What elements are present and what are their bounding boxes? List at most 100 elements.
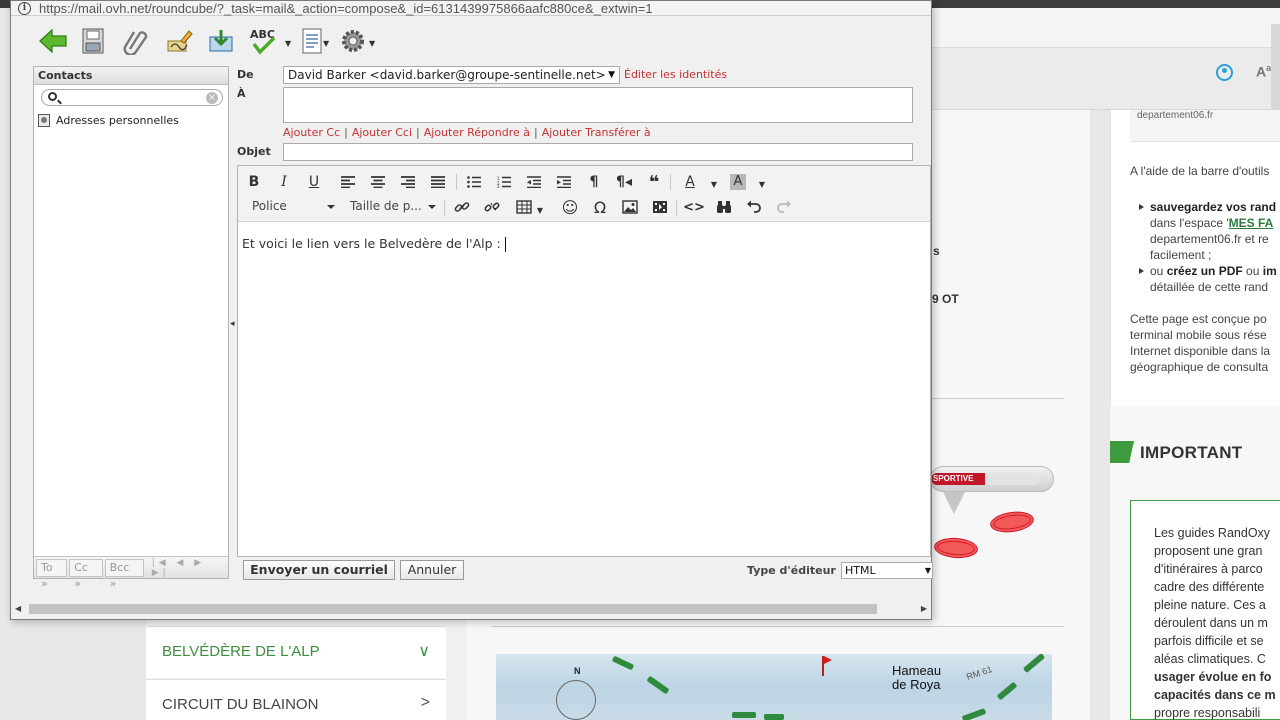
insert-link-button[interactable] (452, 197, 472, 217)
font-size-icon[interactable]: Aa (1256, 63, 1271, 80)
align-center-button[interactable] (368, 172, 388, 192)
url-text[interactable]: https://mail.ovh.net/roundcube/?_task=ma… (39, 1, 653, 16)
add-cc-link[interactable]: Ajouter Cc (283, 126, 340, 139)
addressbook-item[interactable]: Adresses personnelles (38, 112, 179, 128)
bullet-save-line2-prefix: dans l'espace ' (1150, 216, 1229, 230)
insert-response-button[interactable] (205, 25, 237, 57)
search-icon (48, 92, 57, 101)
numbered-list-button[interactable]: 123 (494, 172, 514, 192)
spellcheck-menu-caret[interactable]: ▼ (285, 39, 291, 48)
redo-icon (777, 200, 791, 213)
background-color-caret[interactable]: ▼ (752, 174, 772, 194)
add-bcc-link[interactable]: Ajouter Cci (352, 126, 412, 139)
align-right-button[interactable] (398, 172, 418, 192)
save-draft-button[interactable] (77, 25, 109, 57)
contacts-panel: Contacts × Adresses personnelles To » Cc… (33, 66, 229, 590)
info-icon[interactable]: i (18, 2, 31, 15)
source-code-button[interactable]: <> (683, 197, 705, 217)
subject-field[interactable] (283, 143, 913, 161)
difficulty-gauge-pointer (943, 492, 965, 514)
message-body[interactable]: Et voici le lien vers le Belvedère de l'… (242, 236, 506, 252)
add-cc-button[interactable]: Cc » (69, 558, 103, 590)
redo-button[interactable] (774, 197, 794, 217)
scroll-left-icon[interactable]: ◀ (15, 604, 21, 613)
font-family-label: Police (252, 199, 287, 213)
attach-button[interactable] (119, 25, 151, 57)
add-reply-to-link[interactable]: Ajouter Répondre à (424, 126, 530, 139)
back-button[interactable] (37, 25, 69, 57)
splitter-arrow-icon[interactable]: ◂ (230, 319, 235, 329)
cancel-button[interactable]: Annuler (400, 560, 464, 580)
toolbar-separator (670, 174, 671, 190)
compose-toolbar: ABC ▼ ▼ ▼ (11, 17, 931, 65)
font-family-select[interactable]: Police (252, 199, 335, 213)
mobile-paragraph-line: terminal mobile sous rése (1130, 328, 1267, 342)
align-left-button[interactable] (338, 172, 358, 192)
text-fragment: 9 OT (932, 292, 959, 306)
italic-button[interactable]: I (274, 172, 294, 192)
contacts-search-input[interactable]: × (41, 89, 223, 106)
map-flag-icon (822, 656, 832, 676)
edit-identities-link[interactable]: Éditer les identités (624, 68, 727, 81)
blockquote-button[interactable]: ❝ (644, 172, 664, 193)
menu-item-blainon[interactable]: CIRCUIT DU BLAINON > (146, 679, 446, 720)
from-select[interactable]: David Barker <david.barker@groupe-sentin… (283, 66, 620, 84)
undo-button[interactable] (744, 197, 764, 217)
image-icon (622, 200, 638, 214)
bullet-list-button[interactable] (464, 172, 484, 192)
spellcheck-button[interactable]: ABC (247, 25, 283, 57)
horizontal-scrollbar[interactable]: ◀ ▶ (11, 600, 931, 618)
add-followup-to-link[interactable]: Ajouter Transférer à (542, 126, 651, 139)
from-value: David Barker <david.barker@groupe-sentin… (288, 68, 606, 82)
font-size-select[interactable]: Taille de p... (350, 199, 436, 213)
bold-button[interactable]: B (244, 172, 264, 192)
compose-options-button[interactable] (299, 25, 325, 57)
numbered-list-icon: 123 (497, 176, 511, 188)
text-color-button[interactable]: A (680, 172, 700, 192)
send-button[interactable]: Envoyer un courriel (243, 560, 395, 580)
add-recipient-links: Ajouter Cc | Ajouter Cci | Ajouter Répondre … (283, 126, 651, 139)
important-line: propre responsabili (1154, 706, 1261, 720)
remove-link-button[interactable] (482, 197, 502, 217)
to-field[interactable] (283, 87, 913, 123)
background-color-button[interactable]: A (728, 172, 748, 192)
ltr-button[interactable]: ¶ (584, 172, 604, 192)
important-line: Les guides RandOxy (1154, 526, 1271, 540)
search-replace-button[interactable] (714, 197, 734, 217)
settings-caret[interactable]: ▼ (369, 39, 375, 48)
align-justify-button[interactable] (428, 172, 448, 192)
menu-item-label: BELVÉDÈRE DE L'ALP (162, 643, 320, 660)
settings-button[interactable] (337, 25, 369, 57)
insert-image-button[interactable] (620, 197, 640, 217)
route-map[interactable]: N Hameau de Roya RM 61 (496, 654, 1052, 720)
map-place-label: Hameau de Roya (892, 663, 942, 692)
add-to-button[interactable]: To » (36, 558, 68, 590)
binoculars-icon (717, 201, 731, 213)
user-account-icon[interactable] (1216, 64, 1233, 81)
scroll-right-icon[interactable]: ▶ (921, 604, 927, 613)
editor-type-select[interactable]: HTML ▼ (841, 562, 933, 579)
important-text: Les guides RandOxy proposent une gran d'… (1154, 524, 1280, 720)
text-color-caret[interactable]: ▼ (704, 174, 724, 194)
outdent-button[interactable] (524, 172, 544, 192)
table-caret[interactable]: ▼ (530, 200, 550, 220)
editor-toolbar: B I U 123 ¶ ¶◂ ❝ A ▼ A ▼ Police Taille d… (238, 166, 930, 222)
from-label: De (237, 68, 254, 81)
special-char-button[interactable]: Ω (590, 197, 610, 217)
insert-media-button[interactable] (650, 197, 670, 217)
indent-button[interactable] (554, 172, 574, 192)
chevron-down-icon: ∨ (418, 643, 430, 660)
clear-search-icon[interactable]: × (206, 92, 218, 104)
contacts-pagination[interactable]: |◀ ◀ ▶ ▶| (152, 558, 228, 578)
rtl-button[interactable]: ¶◂ (614, 172, 634, 192)
chevron-down-icon: ▼ (924, 566, 931, 575)
scrollbar-thumb[interactable] (29, 604, 877, 614)
insert-signature-button[interactable] (163, 25, 195, 57)
mes-favoris-link[interactable]: MES FA (1229, 216, 1274, 230)
menu-item-belvedere[interactable]: BELVÉDÈRE DE L'ALP ∨ (146, 626, 446, 678)
underline-button[interactable]: U (304, 172, 324, 192)
add-bcc-button[interactable]: Bcc » (104, 558, 144, 590)
compose-options-caret[interactable]: ▼ (323, 39, 329, 48)
emoticon-button[interactable]: ☺ (560, 197, 580, 217)
map-route-segment (996, 681, 1018, 701)
